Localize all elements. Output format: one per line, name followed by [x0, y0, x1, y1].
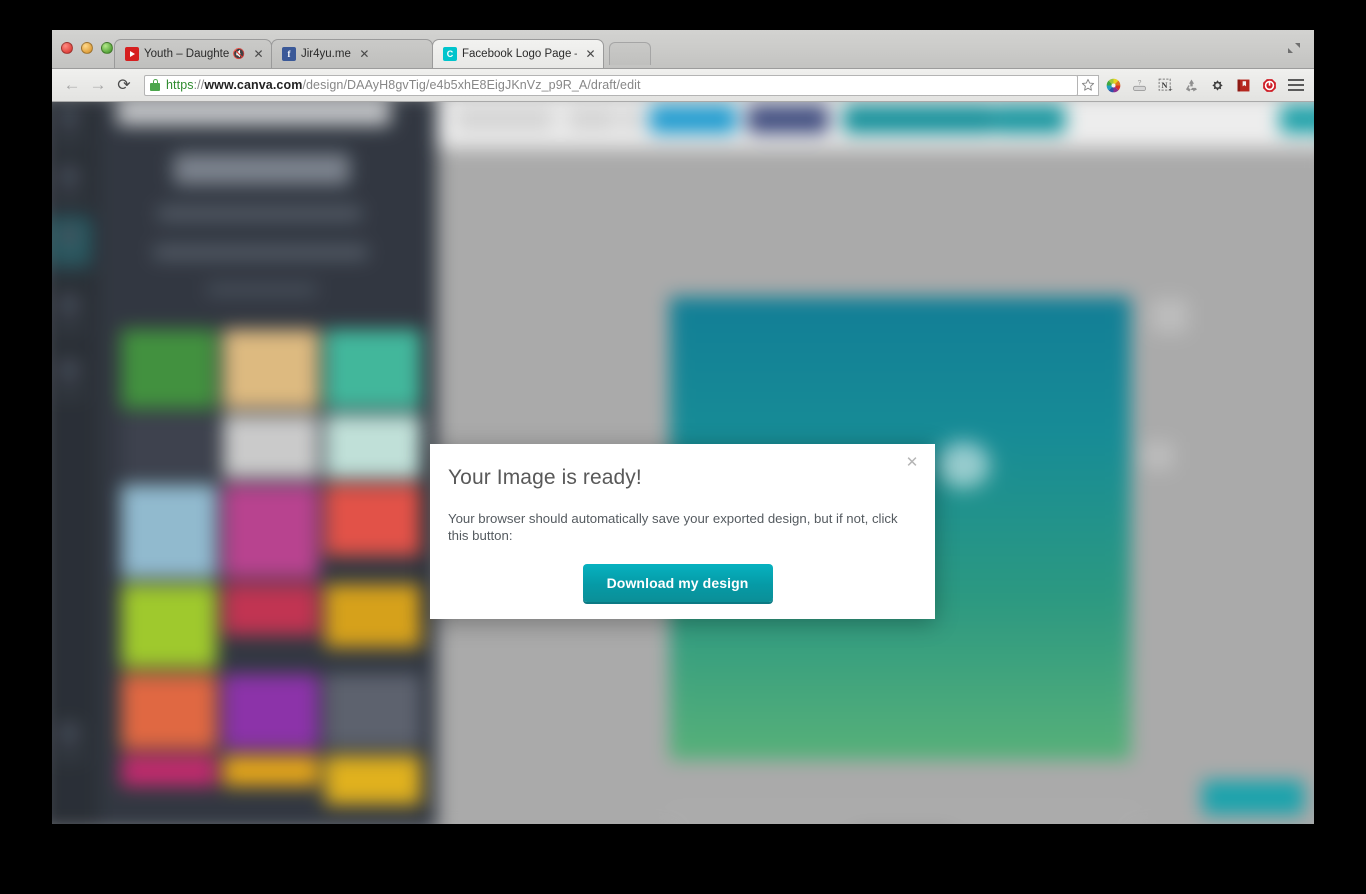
reload-button[interactable]: ⟳ — [112, 73, 136, 97]
window-traffic-lights — [61, 42, 113, 54]
tab-title: Jir4yu.me — [301, 48, 351, 60]
svg-text:+: + — [1169, 86, 1173, 93]
forward-button[interactable]: → — [86, 73, 110, 97]
tab-canva[interactable]: C Facebook Logo Page – Can ✕ — [432, 39, 604, 68]
evernote-n-icon[interactable]: N + — [1157, 77, 1174, 94]
extension-icons: ? N + — [1105, 77, 1278, 94]
window-zoom-button[interactable] — [101, 42, 113, 54]
bookmark-star-icon[interactable] — [1077, 74, 1099, 96]
browser-toolbar: ← → ⟳ https://www.canva.com/design/DAAyH… — [52, 69, 1314, 102]
canva-icon: C — [443, 47, 457, 61]
modal-overlay: ✕ Your Image is ready! Your browser shou… — [52, 102, 1314, 824]
svg-text:N: N — [1161, 80, 1168, 90]
tab-strip: Youth – Daughter – You 🔇 ✕ f Jir4yu.me ✕… — [52, 30, 1314, 69]
browser-tabs: Youth – Daughter – You 🔇 ✕ f Jir4yu.me ✕… — [114, 30, 651, 68]
tab-jir4yu[interactable]: f Jir4yu.me ✕ — [271, 39, 433, 68]
window-minimize-button[interactable] — [81, 42, 93, 54]
back-button[interactable]: ← — [60, 73, 84, 97]
url-text: https://www.canva.com/design/DAAyH8gvTig… — [166, 78, 641, 92]
image-ready-dialog: ✕ Your Image is ready! Your browser shou… — [430, 444, 935, 619]
tab-title: Facebook Logo Page – Can — [462, 48, 577, 60]
tab-title: Youth – Daughter – You — [144, 48, 229, 60]
adblock-stop-icon[interactable] — [1261, 77, 1278, 94]
gear-icon[interactable] — [1209, 77, 1226, 94]
facebook-icon: f — [282, 47, 296, 61]
tab-close-button[interactable]: ✕ — [358, 48, 371, 61]
youtube-icon — [125, 47, 139, 61]
tab-youtube[interactable]: Youth – Daughter – You 🔇 ✕ — [114, 39, 272, 68]
url-scheme: https — [166, 78, 194, 92]
web-page-content: ✕ Your Image is ready! Your browser shou… — [52, 102, 1314, 824]
url-host: www.canva.com — [204, 78, 303, 92]
dialog-body-text: Your browser should automatically save y… — [448, 511, 898, 544]
dialog-title: Your Image is ready! — [448, 466, 642, 489]
hamburger-menu-icon[interactable] — [1288, 75, 1306, 95]
tab-close-button[interactable]: ✕ — [252, 48, 265, 61]
address-bar[interactable]: https://www.canva.com/design/DAAyH8gvTig… — [144, 74, 1078, 96]
svg-text:?: ? — [1138, 79, 1142, 86]
tab-close-button[interactable]: ✕ — [584, 48, 597, 61]
red-book-icon[interactable] — [1235, 77, 1252, 94]
recycle-icon[interactable] — [1183, 77, 1200, 94]
screen-root: Youth – Daughter – You 🔇 ✕ f Jir4yu.me ✕… — [0, 0, 1366, 894]
url-path: /design/DAAyH8gvTig/e4b5xhE8EigJKnVz_p9R… — [302, 78, 641, 92]
close-icon[interactable]: ✕ — [903, 454, 921, 472]
browser-window: Youth – Daughter – You 🔇 ✕ f Jir4yu.me ✕… — [52, 30, 1314, 824]
tab-mute-icon[interactable]: 🔇 — [233, 49, 245, 60]
question-mark-bar-icon[interactable]: ? — [1131, 77, 1148, 94]
download-my-design-button[interactable]: Download my design — [582, 564, 773, 603]
fullscreen-expand-icon[interactable] — [1286, 40, 1302, 56]
window-close-button[interactable] — [61, 42, 73, 54]
new-tab-button[interactable] — [609, 42, 651, 65]
color-wheel-icon[interactable] — [1105, 77, 1122, 94]
secure-lock-icon — [150, 79, 160, 91]
url-separator: :// — [193, 78, 205, 92]
